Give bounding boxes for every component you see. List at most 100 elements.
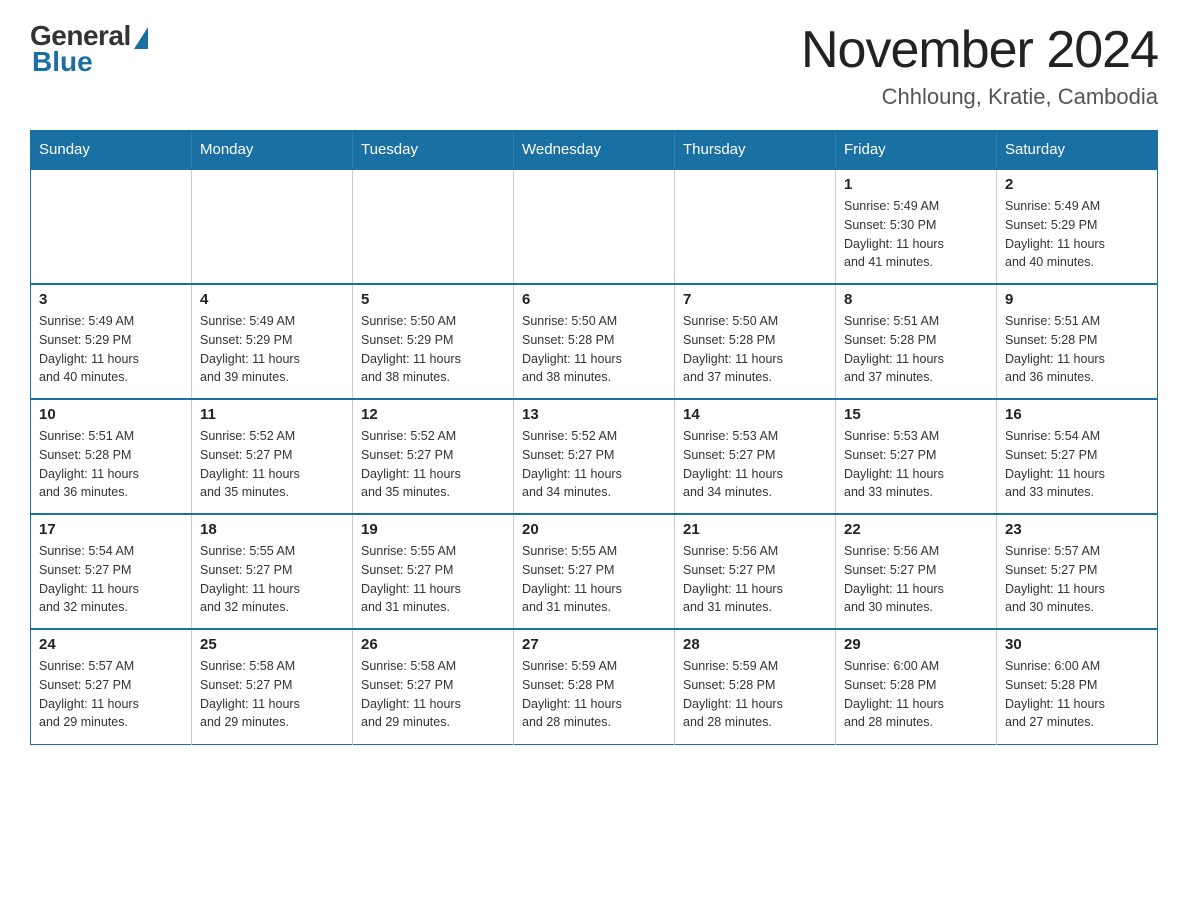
calendar-cell: 15Sunrise: 5:53 AM Sunset: 5:27 PM Dayli… [836,399,997,514]
day-number: 10 [39,406,183,423]
day-info: Sunrise: 5:50 AM Sunset: 5:28 PM Dayligh… [522,312,666,387]
calendar-cell: 21Sunrise: 5:56 AM Sunset: 5:27 PM Dayli… [675,514,836,629]
calendar-cell: 10 Sunrise: 5:51 AM Sunset: 5:28 PM Dayli… [31,399,192,514]
day-info: Sunrise: 5:57 AM Sunset: 5:27 PM Dayligh… [39,657,183,732]
calendar-table: SundayMondayTuesdayWednesdayThursdayFrid… [30,130,1158,745]
calendar-cell: 4 Sunrise: 5:49 AM Sunset: 5:29 PM Daylig… [192,284,353,399]
day-info: Sunrise: 5:49 AM Sunset: 5:29 PM Dayligh… [39,312,183,387]
logo: General Blue [30,20,148,78]
calendar-cell: 16 Sunrise: 5:54 AM Sunset: 5:27 PM Dayli… [997,399,1158,514]
calendar-cell [514,169,675,284]
calendar-cell: 19Sunrise: 5:55 AM Sunset: 5:27 PM Dayli… [353,514,514,629]
day-number: 1 [844,176,988,193]
day-info: Sunrise: 5:59 AM Sunset: 5:28 PM Dayligh… [522,657,666,732]
day-info: Sunrise: 5:56 AM Sunset: 5:27 PM Dayligh… [844,542,988,617]
day-number: 21 [683,521,827,538]
calendar-cell: 7 Sunrise: 5:50 AM Sunset: 5:28 PM Daylig… [675,284,836,399]
day-info: Sunrise: 5:55 AM Sunset: 5:27 PM Dayligh… [200,542,344,617]
calendar-cell [31,169,192,284]
calendar-cell: 24 Sunrise: 5:57 AM Sunset: 5:27 PM Dayli… [31,629,192,744]
calendar-cell: 28 Sunrise: 5:59 AM Sunset: 5:28 PM Dayli… [675,629,836,744]
day-info: Sunrise: 5:54 AM Sunset: 5:27 PM Dayligh… [1005,427,1149,502]
day-number: 17 [39,521,183,538]
logo-triangle-icon [134,27,148,49]
weekday-header-saturday: Saturday [997,131,1158,170]
day-number: 13 [522,406,666,423]
day-number: 14 [683,406,827,423]
day-info: Sunrise: 5:52 AM Sunset: 5:27 PM Dayligh… [522,427,666,502]
day-info: Sunrise: 5:53 AM Sunset: 5:27 PM Dayligh… [683,427,827,502]
day-info: Sunrise: 5:58 AM Sunset: 5:27 PM Dayligh… [361,657,505,732]
day-info: Sunrise: 5:51 AM Sunset: 5:28 PM Dayligh… [39,427,183,502]
calendar-cell: 29Sunrise: 6:00 AM Sunset: 5:28 PM Dayli… [836,629,997,744]
day-info: Sunrise: 5:55 AM Sunset: 5:27 PM Dayligh… [361,542,505,617]
calendar-week-2: 3 Sunrise: 5:49 AM Sunset: 5:29 PM Daylig… [31,284,1158,399]
day-number: 25 [200,636,344,653]
calendar-cell [353,169,514,284]
calendar-cell: 20 Sunrise: 5:55 AM Sunset: 5:27 PM Dayli… [514,514,675,629]
day-number: 5 [361,291,505,308]
day-info: Sunrise: 5:53 AM Sunset: 5:27 PM Dayligh… [844,427,988,502]
calendar-cell: 1 Sunrise: 5:49 AM Sunset: 5:30 PM Daylig… [836,169,997,284]
weekday-header-monday: Monday [192,131,353,170]
calendar-cell: 12 Sunrise: 5:52 AM Sunset: 5:27 PM Dayli… [353,399,514,514]
main-title: November 2024 [801,20,1158,80]
calendar-week-5: 24 Sunrise: 5:57 AM Sunset: 5:27 PM Dayli… [31,629,1158,744]
calendar-week-1: 1 Sunrise: 5:49 AM Sunset: 5:30 PM Daylig… [31,169,1158,284]
day-number: 18 [200,521,344,538]
weekday-header-sunday: Sunday [31,131,192,170]
calendar-cell: 14 Sunrise: 5:53 AM Sunset: 5:27 PM Dayli… [675,399,836,514]
day-number: 9 [1005,291,1149,308]
calendar-cell: 30Sunrise: 6:00 AM Sunset: 5:28 PM Dayli… [997,629,1158,744]
calendar-cell: 11 Sunrise: 5:52 AM Sunset: 5:27 PM Dayli… [192,399,353,514]
calendar-cell: 17 Sunrise: 5:54 AM Sunset: 5:27 PM Dayli… [31,514,192,629]
calendar-cell: 23Sunrise: 5:57 AM Sunset: 5:27 PM Dayli… [997,514,1158,629]
calendar-cell: 25Sunrise: 5:58 AM Sunset: 5:27 PM Dayli… [192,629,353,744]
day-info: Sunrise: 5:52 AM Sunset: 5:27 PM Dayligh… [361,427,505,502]
day-info: Sunrise: 5:49 AM Sunset: 5:29 PM Dayligh… [1005,197,1149,272]
day-number: 11 [200,406,344,423]
day-info: Sunrise: 5:52 AM Sunset: 5:27 PM Dayligh… [200,427,344,502]
day-info: Sunrise: 5:59 AM Sunset: 5:28 PM Dayligh… [683,657,827,732]
day-number: 27 [522,636,666,653]
day-info: Sunrise: 5:51 AM Sunset: 5:28 PM Dayligh… [1005,312,1149,387]
calendar-week-3: 10 Sunrise: 5:51 AM Sunset: 5:28 PM Dayli… [31,399,1158,514]
day-info: Sunrise: 5:54 AM Sunset: 5:27 PM Dayligh… [39,542,183,617]
day-info: Sunrise: 5:50 AM Sunset: 5:28 PM Dayligh… [683,312,827,387]
day-number: 24 [39,636,183,653]
calendar-cell: 27 Sunrise: 5:59 AM Sunset: 5:28 PM Dayli… [514,629,675,744]
calendar-cell: 6 Sunrise: 5:50 AM Sunset: 5:28 PM Daylig… [514,284,675,399]
day-info: Sunrise: 5:49 AM Sunset: 5:30 PM Dayligh… [844,197,988,272]
day-number: 22 [844,521,988,538]
calendar-cell: 13 Sunrise: 5:52 AM Sunset: 5:27 PM Dayli… [514,399,675,514]
calendar-cell: 2Sunrise: 5:49 AM Sunset: 5:29 PM Daylig… [997,169,1158,284]
weekday-header-wednesday: Wednesday [514,131,675,170]
day-number: 7 [683,291,827,308]
day-number: 3 [39,291,183,308]
day-number: 28 [683,636,827,653]
logo-blue-text: Blue [32,46,93,78]
calendar-cell: 3 Sunrise: 5:49 AM Sunset: 5:29 PM Daylig… [31,284,192,399]
calendar-week-4: 17 Sunrise: 5:54 AM Sunset: 5:27 PM Dayli… [31,514,1158,629]
day-number: 20 [522,521,666,538]
calendar-cell: 5Sunrise: 5:50 AM Sunset: 5:29 PM Daylig… [353,284,514,399]
calendar-cell: 8Sunrise: 5:51 AM Sunset: 5:28 PM Daylig… [836,284,997,399]
day-info: Sunrise: 6:00 AM Sunset: 5:28 PM Dayligh… [844,657,988,732]
weekday-header-thursday: Thursday [675,131,836,170]
weekday-header-tuesday: Tuesday [353,131,514,170]
day-info: Sunrise: 5:49 AM Sunset: 5:29 PM Dayligh… [200,312,344,387]
day-number: 30 [1005,636,1149,653]
subtitle: Chhloung, Kratie, Cambodia [801,84,1158,110]
day-number: 16 [1005,406,1149,423]
calendar-cell: 26 Sunrise: 5:58 AM Sunset: 5:27 PM Dayli… [353,629,514,744]
day-info: Sunrise: 5:55 AM Sunset: 5:27 PM Dayligh… [522,542,666,617]
day-info: Sunrise: 5:57 AM Sunset: 5:27 PM Dayligh… [1005,542,1149,617]
day-number: 26 [361,636,505,653]
day-number: 8 [844,291,988,308]
title-block: November 2024 Chhloung, Kratie, Cambodia [801,20,1158,110]
day-number: 12 [361,406,505,423]
page-header: General Blue November 2024 Chhloung, Kra… [30,20,1158,110]
day-number: 6 [522,291,666,308]
calendar-cell: 9 Sunrise: 5:51 AM Sunset: 5:28 PM Daylig… [997,284,1158,399]
day-number: 4 [200,291,344,308]
